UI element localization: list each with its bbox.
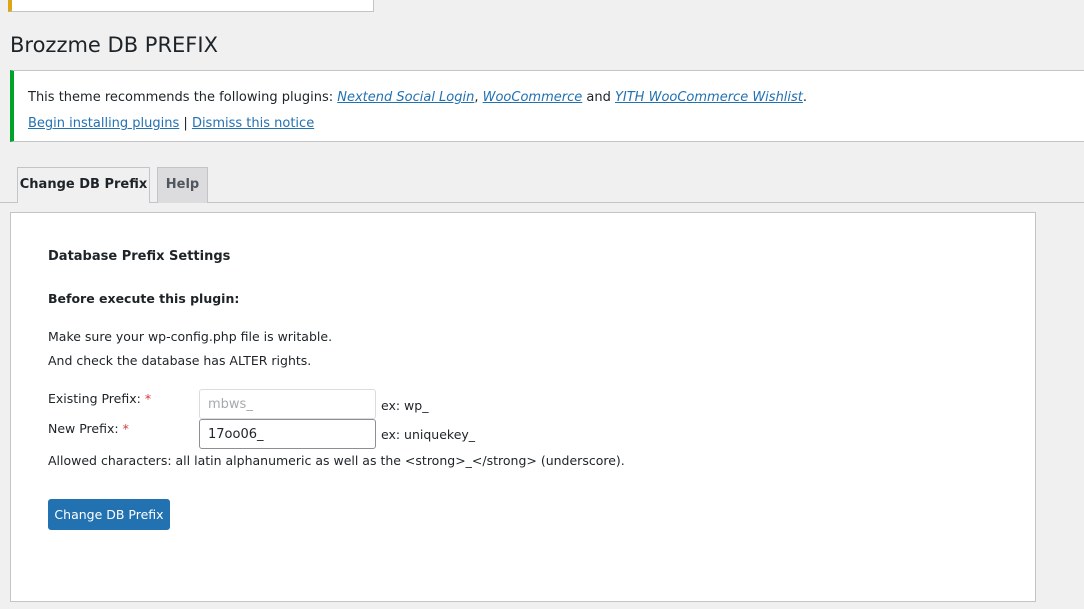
tab-bar: Change DB Prefix Help [0,167,1084,203]
existing-prefix-label: Existing Prefix: * [48,391,151,406]
tab-change-db-prefix[interactable]: Change DB Prefix [17,167,150,203]
new-prefix-label-text: New Prefix: [48,421,123,436]
notice-intro: This theme recommends the following plug… [28,90,338,105]
existing-prefix-input [199,389,376,419]
notice-period: . [802,90,808,105]
begin-installing-link[interactable]: Begin installing plugins [28,116,179,131]
settings-panel: Database Prefix Settings Before execute … [10,212,1036,602]
section-title: Database Prefix Settings [48,249,231,264]
notice-message: This theme recommends the following plug… [28,90,807,105]
previous-notice [8,0,374,12]
new-prefix-input[interactable] [199,419,376,449]
notice-comma: , [474,90,483,105]
instruction-alter-rights: And check the database has ALTER rights. [48,353,312,368]
plugin-link-nextend[interactable]: Nextend Social Login [337,90,474,105]
dismiss-notice-link[interactable]: Dismiss this notice [192,116,314,131]
required-marker: * [144,391,152,406]
page-title: Brozzme DB PREFIX [10,33,218,57]
existing-prefix-hint: ex: wp_ [381,398,429,413]
new-prefix-hint: ex: uniquekey_ [381,427,476,442]
existing-prefix-label-text: Existing Prefix: [48,391,145,406]
allowed-characters-note: Allowed characters: all latin alphanumer… [48,453,625,468]
plugin-recommendation-notice: This theme recommends the following plug… [10,70,1084,142]
before-title: Before execute this plugin: [48,291,240,306]
plugin-link-woocommerce[interactable]: WooCommerce [483,90,583,105]
instruction-writable: Make sure your wp-config.php file is wri… [48,329,333,344]
plugin-link-yith-wishlist[interactable]: YITH WooCommerce Wishlist [615,90,803,105]
required-marker: * [122,421,129,436]
new-prefix-label: New Prefix: * [48,421,129,436]
notice-and: and [582,90,615,105]
notice-actions: Begin installing plugins | Dismiss this … [28,116,314,131]
notice-pipe: | [179,116,192,131]
tab-help[interactable]: Help [157,167,208,203]
change-db-prefix-button[interactable]: Change DB Prefix [48,499,170,530]
